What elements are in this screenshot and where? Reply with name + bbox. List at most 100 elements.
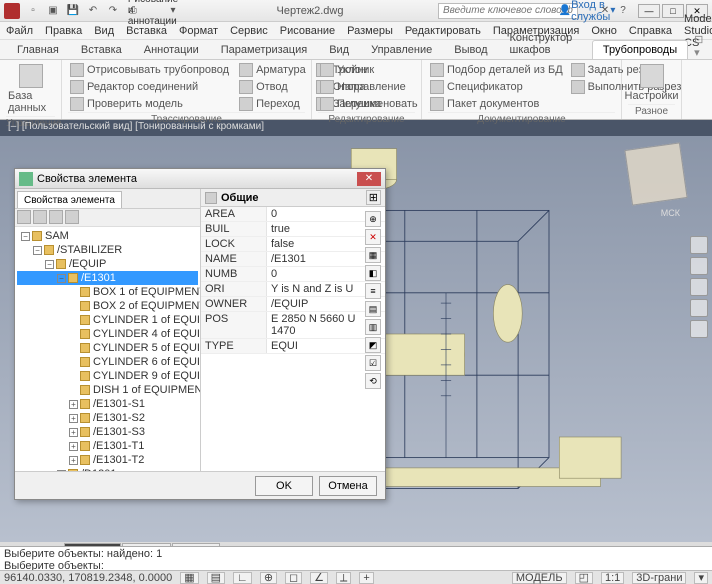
- search-input[interactable]: [438, 3, 578, 19]
- qat-save-icon[interactable]: 💾: [64, 2, 82, 20]
- dialog-tab-props[interactable]: Свойства элемента: [17, 191, 122, 208]
- grid-icon[interactable]: ▤: [207, 572, 225, 584]
- tab-insert[interactable]: Вставка: [70, 40, 133, 59]
- joint-editor-btn[interactable]: Редактор соединений: [68, 79, 231, 95]
- orbit-icon[interactable]: [690, 299, 708, 317]
- rtool-4-icon[interactable]: ◧: [365, 265, 381, 281]
- rtool-copy-icon[interactable]: ▦: [365, 247, 381, 263]
- db-parts-btn[interactable]: Подбор деталей из БД: [428, 62, 565, 78]
- menu-modify[interactable]: Редактировать: [405, 25, 481, 37]
- viewcube[interactable]: [624, 142, 687, 205]
- tab-piping[interactable]: Трубопроводы: [592, 40, 688, 59]
- chevron-down-icon[interactable]: ▾: [164, 2, 182, 20]
- tree-tool-1-icon[interactable]: [17, 210, 31, 224]
- draw-pipe-btn[interactable]: Отрисовывать трубопровод: [68, 62, 231, 78]
- tree-node[interactable]: +/E1301-S1: [17, 397, 198, 411]
- prop-expand-icon[interactable]: ⊞: [366, 190, 381, 205]
- maximize-button[interactable]: □: [662, 4, 684, 18]
- property-row[interactable]: NUMB0: [201, 267, 385, 282]
- tab-home[interactable]: Главная: [6, 40, 70, 59]
- ducs-icon[interactable]: ⟂: [336, 572, 351, 584]
- snap-icon[interactable]: ▦: [180, 572, 198, 584]
- zoom-icon[interactable]: [690, 278, 708, 296]
- osnap-icon[interactable]: ◻: [285, 572, 302, 584]
- slope-btn[interactable]: Уклон: [318, 62, 415, 78]
- login-link[interactable]: 👤 Вход в службы ▾: [578, 2, 596, 20]
- property-row[interactable]: BUILtrue: [201, 222, 385, 237]
- tree-node[interactable]: +/E1301-T1: [17, 439, 198, 453]
- property-row[interactable]: ORIY is N and Z is U: [201, 282, 385, 297]
- tree-node[interactable]: −/STABILIZER: [17, 243, 198, 257]
- property-row[interactable]: TYPEEQUI: [201, 339, 385, 354]
- status-tool-icon[interactable]: ◰: [575, 572, 593, 584]
- tree-tool-2-icon[interactable]: [33, 210, 47, 224]
- property-row[interactable]: OWNER/EQUIP: [201, 297, 385, 312]
- menu-window[interactable]: Окно: [591, 25, 617, 37]
- tree-node[interactable]: BOX 1 of EQUIPMENT /E1: [17, 285, 198, 299]
- tree-node[interactable]: CYLINDER 6 of EQUIPMEN: [17, 355, 198, 369]
- ok-button[interactable]: OK: [255, 476, 313, 496]
- tree-node[interactable]: −/E1301: [17, 271, 198, 285]
- qat-new-icon[interactable]: ▫: [24, 2, 42, 20]
- command-line[interactable]: Выберите объекты: найдено: 1 Выберите об…: [0, 546, 712, 572]
- anno-scale[interactable]: 1:1: [601, 572, 624, 584]
- dialog-close-button[interactable]: ✕: [357, 172, 381, 186]
- menu-insert[interactable]: Вставка: [126, 25, 167, 37]
- polar-icon[interactable]: ⊕: [260, 572, 277, 584]
- property-row[interactable]: POSE 2850 N 5660 U 1470: [201, 312, 385, 339]
- rtool-9-icon[interactable]: ☑: [365, 355, 381, 371]
- dyn-icon[interactable]: +: [359, 572, 373, 584]
- tab-parametric[interactable]: Параметризация: [210, 40, 318, 59]
- tree-node[interactable]: CYLINDER 5 of EQUIPMEN: [17, 341, 198, 355]
- check-model-btn[interactable]: Проверить модель: [68, 96, 231, 112]
- spec-btn[interactable]: Спецификатор: [428, 79, 565, 95]
- tree-node[interactable]: −SAM: [17, 229, 198, 243]
- element-tree[interactable]: −SAM−/STABILIZER−/EQUIP−/E1301BOX 1 of E…: [15, 227, 200, 471]
- showmot-icon[interactable]: [690, 320, 708, 338]
- menu-service[interactable]: Сервис: [230, 25, 268, 37]
- qat-undo-icon[interactable]: ↶: [84, 2, 102, 20]
- docs-btn[interactable]: Пакет документов: [428, 96, 565, 112]
- reducer-btn[interactable]: Переход: [237, 96, 308, 112]
- valve-btn[interactable]: Арматура: [237, 62, 308, 78]
- rtool-5-icon[interactable]: ≡: [365, 283, 381, 299]
- tab-manage[interactable]: Управление: [360, 40, 443, 59]
- menu-help[interactable]: Справка: [629, 25, 672, 37]
- ribbon-expand-icon[interactable]: ⊡ ▾: [694, 33, 706, 59]
- rtool-10-icon[interactable]: ⟲: [365, 373, 381, 389]
- rtool-7-icon[interactable]: ▥: [365, 319, 381, 335]
- menu-file[interactable]: Файл: [6, 25, 33, 37]
- tree-node[interactable]: BOX 2 of EQUIPMENT /E1: [17, 299, 198, 313]
- otrack-icon[interactable]: ∠: [310, 572, 328, 584]
- pan-icon[interactable]: [690, 257, 708, 275]
- tree-node[interactable]: −/EQUIP: [17, 257, 198, 271]
- tree-node[interactable]: CYLINDER 1 of EQUIPMEN: [17, 313, 198, 327]
- tree-node[interactable]: +/E1301-S2: [17, 411, 198, 425]
- menu-edit[interactable]: Правка: [45, 25, 82, 37]
- tab-output[interactable]: Вывод: [443, 40, 498, 59]
- qat-workspace[interactable]: Рисование и аннотации: [144, 2, 162, 20]
- exchange-icon[interactable]: ✕: [596, 2, 614, 20]
- minimize-button[interactable]: —: [638, 4, 660, 18]
- tab-annotations[interactable]: Аннотации: [133, 40, 210, 59]
- tree-node[interactable]: +/E1301-T2: [17, 453, 198, 467]
- database-button[interactable]: База данных: [6, 62, 55, 116]
- qat-redo-icon[interactable]: ↷: [104, 2, 122, 20]
- menu-dimensions[interactable]: Размеры: [347, 25, 393, 37]
- direction-btn[interactable]: Направление: [318, 79, 415, 95]
- tree-tool-3-icon[interactable]: [49, 210, 63, 224]
- rename-btn[interactable]: Переименовать: [318, 96, 415, 112]
- menu-view[interactable]: Вид: [94, 25, 114, 37]
- rtool-8-icon[interactable]: ◩: [365, 337, 381, 353]
- help-icon[interactable]: ?: [614, 2, 632, 20]
- property-row[interactable]: AREA0: [201, 207, 385, 222]
- elbow-btn[interactable]: Отвод: [237, 79, 308, 95]
- tab-cabinet[interactable]: Конструктор шкафов: [499, 28, 592, 59]
- qat-open-icon[interactable]: ▣: [44, 2, 62, 20]
- menu-format[interactable]: Формат: [179, 25, 218, 37]
- status-config-icon[interactable]: ▾: [694, 572, 708, 584]
- ortho-icon[interactable]: ∟: [233, 572, 252, 584]
- tree-node[interactable]: DISH 1 of EQUIPMENT /E: [17, 383, 198, 397]
- app-icon[interactable]: [4, 3, 20, 19]
- cancel-button[interactable]: Отмена: [319, 476, 377, 496]
